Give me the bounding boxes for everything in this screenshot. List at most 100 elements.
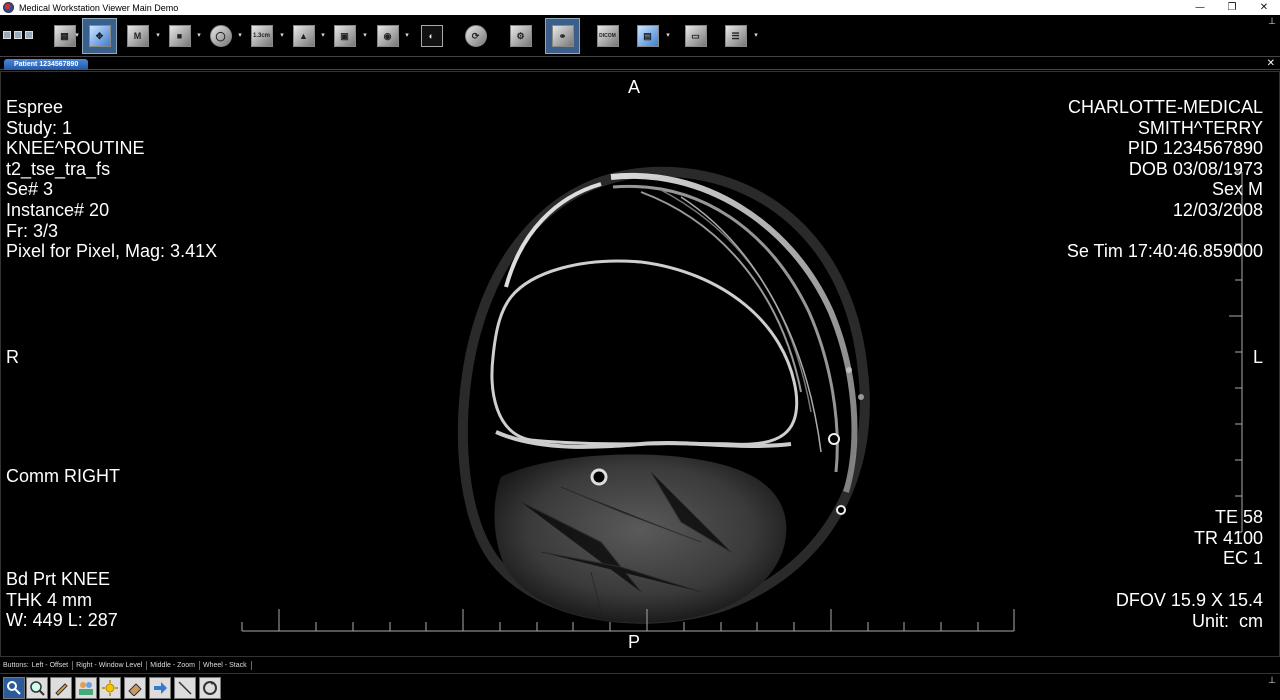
overlay-comment: Comm RIGHT	[6, 466, 120, 486]
overlay-line: t2_tse_tra_fs	[6, 158, 111, 179]
magnify-icon: M	[126, 25, 149, 47]
settings-icon: ⚙	[509, 25, 532, 47]
pan-button[interactable]: ✥	[82, 18, 117, 54]
status-left-button: Left - Offset	[31, 661, 69, 669]
overlay-line: DOB 03/08/1973	[1128, 158, 1263, 179]
rotate-button[interactable]: ⟳	[458, 18, 493, 54]
overlay-bottom-right: DFOV 15.9 X 15.4 Unit: cm	[1116, 590, 1263, 631]
tile-button[interactable]: ▣	[327, 18, 362, 54]
overlay-line: DFOV 15.9 X 15.4	[1115, 590, 1263, 610]
overlay-top-left: Espree Study: 1 KNEE^ROUTINE t2_tse_tra_…	[6, 97, 217, 262]
overlay-right-mid: TE 58 TR 4100 EC 1	[1194, 507, 1263, 569]
magnify-button[interactable]: M	[120, 18, 155, 54]
angle-dropdown[interactable]: ▾	[320, 29, 326, 41]
brightness-icon	[102, 680, 118, 696]
overlay-line: SMITH^TERRY	[1137, 117, 1263, 138]
overlay-line: CHARLOTTE-MEDICAL	[1067, 97, 1263, 117]
overlay-line: Fr: 3/3	[6, 220, 59, 241]
status-middle-button: Middle - Zoom	[150, 661, 196, 669]
settings-button[interactable]: ⚙	[503, 18, 538, 54]
next-button[interactable]	[149, 677, 171, 699]
brightness-button[interactable]	[99, 677, 121, 699]
overlay-line: Unit: cm	[1191, 610, 1263, 631]
overlay-line: EC 1	[1222, 548, 1263, 569]
status-wheel: Wheel - Stack	[203, 661, 247, 669]
measure-dropdown[interactable]: ▾	[279, 29, 285, 41]
angle-icon: ▲	[292, 25, 315, 47]
layout-grid-icon: ▦	[53, 25, 76, 47]
overlay-line: TR 4100	[1193, 527, 1263, 548]
film-button[interactable]: ▭	[678, 18, 713, 54]
invert-button[interactable]: ◐	[414, 18, 449, 54]
overlay-line: 12/03/2008	[1172, 199, 1263, 220]
reset-icon	[203, 681, 217, 695]
mouse-button-status: Buttons: Left - Offset Right - Window Le…	[0, 658, 1280, 672]
minimize-button[interactable]: —	[1184, 0, 1216, 15]
overlay-button[interactable]: ◉	[370, 18, 405, 54]
overlay-line: Instance# 20	[6, 199, 110, 220]
orientation-bottom: P	[628, 632, 641, 652]
overlay-line: Bd Prt KNEE	[6, 569, 111, 589]
overlay-bottom-left: Bd Prt KNEE THK 4 mm W: 449 L: 287	[6, 569, 118, 631]
magnify-dropdown[interactable]: ▾	[155, 29, 161, 41]
print-icon[interactable]	[25, 31, 33, 39]
window-level-button[interactable]: ■	[162, 18, 197, 54]
status-right-button: Right - Window Level	[76, 661, 143, 669]
bottom-toolbar: ⊥	[0, 673, 1280, 700]
reset-button[interactable]	[199, 677, 221, 699]
patient-search-icon	[7, 681, 21, 695]
save-icon[interactable]	[3, 31, 11, 39]
zoom-button[interactable]	[26, 677, 48, 699]
series-layout-button[interactable]: ▤	[630, 18, 665, 54]
bottom-toolbar-pin-icon[interactable]: ⊥	[1268, 676, 1276, 686]
line-tool-icon	[178, 681, 192, 695]
report-button[interactable]: ☰	[718, 18, 753, 54]
eraser-button[interactable]	[124, 677, 146, 699]
app-logo-icon	[3, 2, 14, 13]
next-arrow-icon	[154, 682, 167, 694]
overlay-dropdown[interactable]: ▾	[404, 29, 410, 41]
series-layout-dropdown[interactable]: ▾	[665, 29, 671, 41]
report-dropdown[interactable]: ▾	[753, 29, 759, 41]
overlay-line: PID 1234567890	[1127, 138, 1263, 159]
dicom-info-icon: DICOM	[596, 25, 619, 47]
close-button[interactable]: ✕	[1248, 0, 1280, 15]
layout-dropdown[interactable]: ▾	[74, 29, 80, 41]
users-button[interactable]	[75, 677, 97, 699]
link-button[interactable]: ⚭	[545, 18, 580, 54]
measure-button[interactable]: 1.3cm	[244, 18, 279, 54]
patient-search-button[interactable]	[3, 677, 25, 699]
window-title: Medical Workstation Viewer Main Demo	[19, 2, 179, 13]
toolbar-pin-icon[interactable]: ⊥	[1268, 17, 1276, 27]
dicom-button[interactable]: DICOM	[590, 18, 625, 54]
tab-close-icon[interactable]: ✕	[1267, 58, 1275, 70]
overlay-line	[1067, 221, 1263, 242]
window-controls: — ❐ ✕	[1184, 0, 1280, 15]
overlay-icon: ◉	[376, 25, 399, 47]
image-viewport[interactable]: A P R L Espree Study: 1 KNEE^ROUTINE t2_…	[0, 71, 1280, 657]
angle-button[interactable]: ▲	[286, 18, 321, 54]
patient-tab-strip: Patient 1234567890 ✕	[0, 58, 1280, 70]
line-tool-button[interactable]	[174, 677, 196, 699]
invert-icon: ◐	[420, 25, 443, 47]
main-toolbar: ▦ ▾ ✥ M ▾ ■ ▾ ◯ ▾ 1.3cm ▾ ▲ ▾ ▣ ▾ ◉ ▾ ◐ …	[0, 15, 1280, 57]
copy-icon[interactable]	[14, 31, 22, 39]
tab-patient[interactable]: Patient 1234567890	[4, 59, 89, 70]
window-level-dropdown[interactable]: ▾	[196, 29, 202, 41]
rotate-icon: ⟳	[464, 25, 487, 47]
overlay-line: W: 449 L: 287	[6, 610, 118, 631]
restore-button[interactable]: ❐	[1216, 0, 1248, 15]
roi-button[interactable]: ◯	[203, 18, 238, 54]
film-icon: ▭	[684, 25, 707, 47]
roi-shape-icon: ◯	[209, 25, 232, 47]
tile-dropdown[interactable]: ▾	[362, 29, 368, 41]
window-level-icon: ■	[168, 25, 191, 47]
pan-move-icon: ✥	[88, 25, 111, 47]
status-divider	[199, 660, 201, 670]
roi-dropdown[interactable]: ▾	[237, 29, 243, 41]
orientation-right: L	[1253, 347, 1264, 367]
status-divider	[250, 660, 252, 670]
annotate-button[interactable]	[50, 677, 72, 699]
pencil-icon	[55, 683, 68, 696]
status-divider	[72, 660, 74, 670]
